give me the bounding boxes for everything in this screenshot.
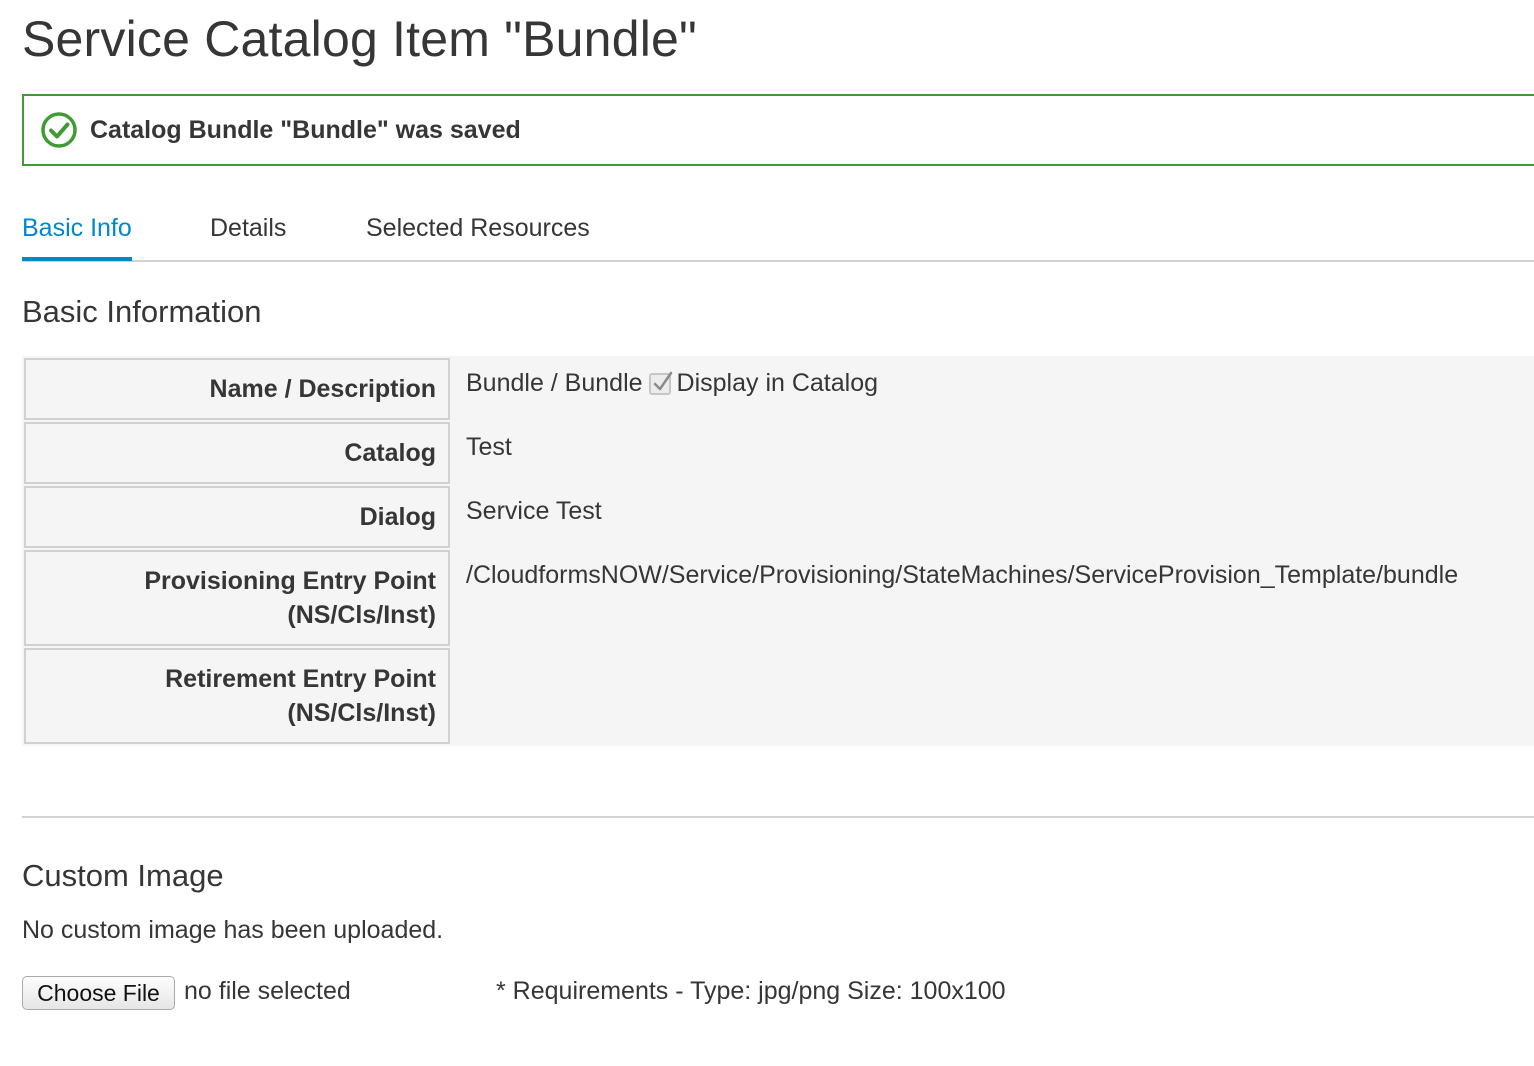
row-label-provisioning-entry-point: Provisioning Entry Point (NS/Cls/Inst) (24, 550, 450, 646)
custom-image-status: No custom image has been uploaded. (22, 916, 444, 944)
display-in-catalog-label: Display in Catalog (676, 369, 879, 397)
display-in-catalog-checkbox (648, 371, 672, 395)
tab-details[interactable]: Details (210, 214, 286, 257)
basic-information-heading: Basic Information (22, 294, 262, 329)
choose-file-button[interactable]: Choose File (22, 976, 175, 1010)
row-label-name-description: Name / Description (24, 358, 450, 420)
success-alert: Catalog Bundle "Bundle" was saved (22, 94, 1534, 166)
tab-basic-info[interactable]: Basic Info (22, 214, 132, 261)
tab-bar: Basic Info Details Selected Resources (22, 200, 1534, 262)
row-value-name-description: Bundle / Bundle Display in Catalog (466, 366, 878, 400)
row-value-dialog: Service Test (466, 497, 602, 525)
file-status-text: no file selected (184, 977, 351, 1005)
page-title: Service Catalog Item "Bundle" (22, 11, 697, 67)
page: Service Catalog Item "Bundle" Catalog Bu… (0, 0, 1534, 1066)
row-value-catalog: Test (466, 433, 512, 461)
name-description-value: Bundle / Bundle (466, 369, 643, 397)
row-label-retirement-entry-point: Retirement Entry Point (NS/Cls/Inst) (24, 648, 450, 744)
section-divider (22, 816, 1534, 818)
check-circle-icon (40, 111, 78, 149)
basic-info-table: Name / Description Bundle / Bundle Displa… (22, 356, 1534, 746)
row-value-provisioning-entry-point: /CloudformsNOW/Service/Provisioning/Stat… (466, 561, 1459, 589)
row-label-dialog: Dialog (24, 486, 450, 548)
custom-image-heading: Custom Image (22, 858, 224, 893)
image-requirements-text: * Requirements - Type: jpg/png Size: 100… (496, 977, 1006, 1005)
row-label-catalog: Catalog (24, 422, 450, 484)
tab-selected-resources[interactable]: Selected Resources (366, 214, 590, 257)
alert-message: Catalog Bundle "Bundle" was saved (90, 115, 521, 144)
